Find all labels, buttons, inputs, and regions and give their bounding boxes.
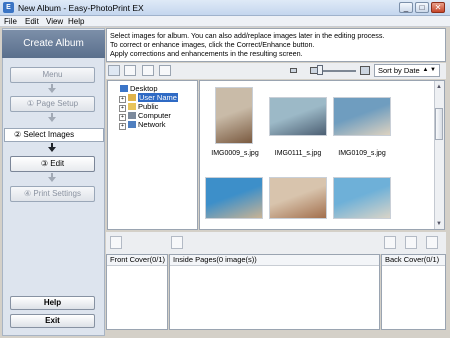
- folder-icon: [128, 103, 136, 110]
- tree-item-desktop[interactable]: -Desktop: [111, 84, 158, 93]
- tree-item-user-name[interactable]: + User Name: [119, 93, 178, 103]
- preview-icon[interactable]: [159, 65, 171, 76]
- sort-dropdown[interactable]: Sort by Date ▲ ▼: [374, 64, 440, 77]
- inside-pages-label: Inside Pages(0 image(s)): [170, 255, 379, 266]
- tree-item-public[interactable]: + Public: [119, 102, 158, 112]
- front-cover-panel[interactable]: Front Cover(0/1): [106, 254, 168, 330]
- slider-thumb[interactable]: [317, 65, 323, 75]
- minimize-button[interactable]: _: [399, 2, 413, 13]
- window-title: New Album - Easy-PhotoPrint EX: [18, 3, 144, 13]
- back-cover-panel[interactable]: Back Cover(0/1): [381, 254, 446, 330]
- vertical-scrollbar[interactable]: [434, 81, 444, 229]
- thumbnail-caption: IMG0109_s.jpg: [338, 150, 386, 157]
- tree-item-network[interactable]: + Network: [119, 120, 166, 130]
- step-arrow-icon: [48, 177, 56, 182]
- thumbnail-image[interactable]: [269, 177, 327, 219]
- back-cover-label: Back Cover(0/1): [382, 255, 445, 266]
- thumbnail-image[interactable]: [215, 87, 253, 144]
- instruction-line: Apply corrections and enhancements in th…: [110, 49, 303, 58]
- add-back-cover-icon[interactable]: [384, 236, 396, 249]
- small-thumbnail-icon[interactable]: [290, 68, 297, 73]
- step-arrow-icon: [48, 147, 56, 152]
- scrollbar-thumb[interactable]: [435, 108, 443, 140]
- folder-tree: -Desktop +User Name +Public +Computer +N…: [107, 80, 198, 230]
- app-icon: E: [3, 2, 14, 13]
- thumbnail-image[interactable]: [333, 97, 391, 136]
- menu-bar: File Edit View Help: [0, 16, 450, 27]
- menu-view[interactable]: View: [46, 16, 63, 27]
- remove-image-icon[interactable]: [405, 236, 417, 249]
- thumbnail-size-slider[interactable]: [322, 70, 356, 72]
- add-inside-page-icon[interactable]: [171, 236, 183, 249]
- thumbnail-caption: IMG0009_s.jpg: [211, 150, 259, 157]
- deselect-icon[interactable]: [124, 65, 136, 76]
- step-page-setup-button[interactable]: ① Page Setup: [10, 96, 95, 112]
- select-all-icon[interactable]: [108, 65, 120, 76]
- thumbnail-caption: IMG0111_s.jpg: [274, 150, 322, 157]
- inside-pages-panel[interactable]: Inside Pages(0 image(s)): [169, 254, 380, 330]
- exit-button[interactable]: Exit: [10, 314, 95, 328]
- instruction-line: Select images for album. You can also ad…: [110, 31, 385, 40]
- step-arrow-icon: [48, 88, 56, 93]
- step-arrow-icon: [48, 117, 56, 122]
- thumbnail-image[interactable]: [333, 177, 391, 219]
- scroll-up-icon[interactable]: ▲: [436, 84, 442, 90]
- help-button[interactable]: Help: [10, 296, 95, 310]
- correct-enhance-icon[interactable]: [142, 65, 154, 76]
- menu-edit[interactable]: Edit: [25, 16, 39, 27]
- tree-item-computer[interactable]: + Computer: [119, 111, 171, 121]
- close-button[interactable]: ✕: [431, 2, 445, 13]
- thumbnail-image[interactable]: [269, 97, 327, 136]
- large-thumbnail-icon[interactable]: [360, 66, 370, 75]
- sort-value: Sort by Date: [378, 66, 420, 75]
- instruction-line: To correct or enhance images, click the …: [110, 40, 315, 49]
- remove-all-icon[interactable]: [426, 236, 438, 249]
- menu-file[interactable]: File: [4, 16, 17, 27]
- image-toolbar: Sort by Date ▲ ▼: [106, 63, 446, 79]
- thumbnail-image[interactable]: [205, 177, 263, 219]
- step-edit-button[interactable]: ③ Edit: [10, 156, 95, 172]
- desktop-icon: [120, 85, 128, 92]
- step-print-settings-button[interactable]: ④ Print Settings: [10, 186, 95, 202]
- user-folder-icon: [128, 94, 136, 101]
- add-front-cover-icon[interactable]: [110, 236, 122, 249]
- sidebar-header: Create Album: [2, 30, 105, 58]
- step-menu-button[interactable]: Menu: [10, 67, 95, 83]
- network-icon: [128, 121, 136, 128]
- expand-icon[interactable]: +: [119, 123, 126, 130]
- scroll-down-icon[interactable]: ▼: [436, 221, 442, 227]
- computer-icon: [128, 112, 136, 119]
- menu-help[interactable]: Help: [68, 16, 84, 27]
- step-select-images-current[interactable]: ② Select Images: [4, 128, 104, 142]
- instructions-box: Select images for album. You can also ad…: [106, 28, 446, 62]
- maximize-button[interactable]: □: [415, 2, 429, 13]
- sort-arrows-icon[interactable]: ▲ ▼: [422, 65, 436, 76]
- front-cover-label: Front Cover(0/1): [107, 255, 167, 266]
